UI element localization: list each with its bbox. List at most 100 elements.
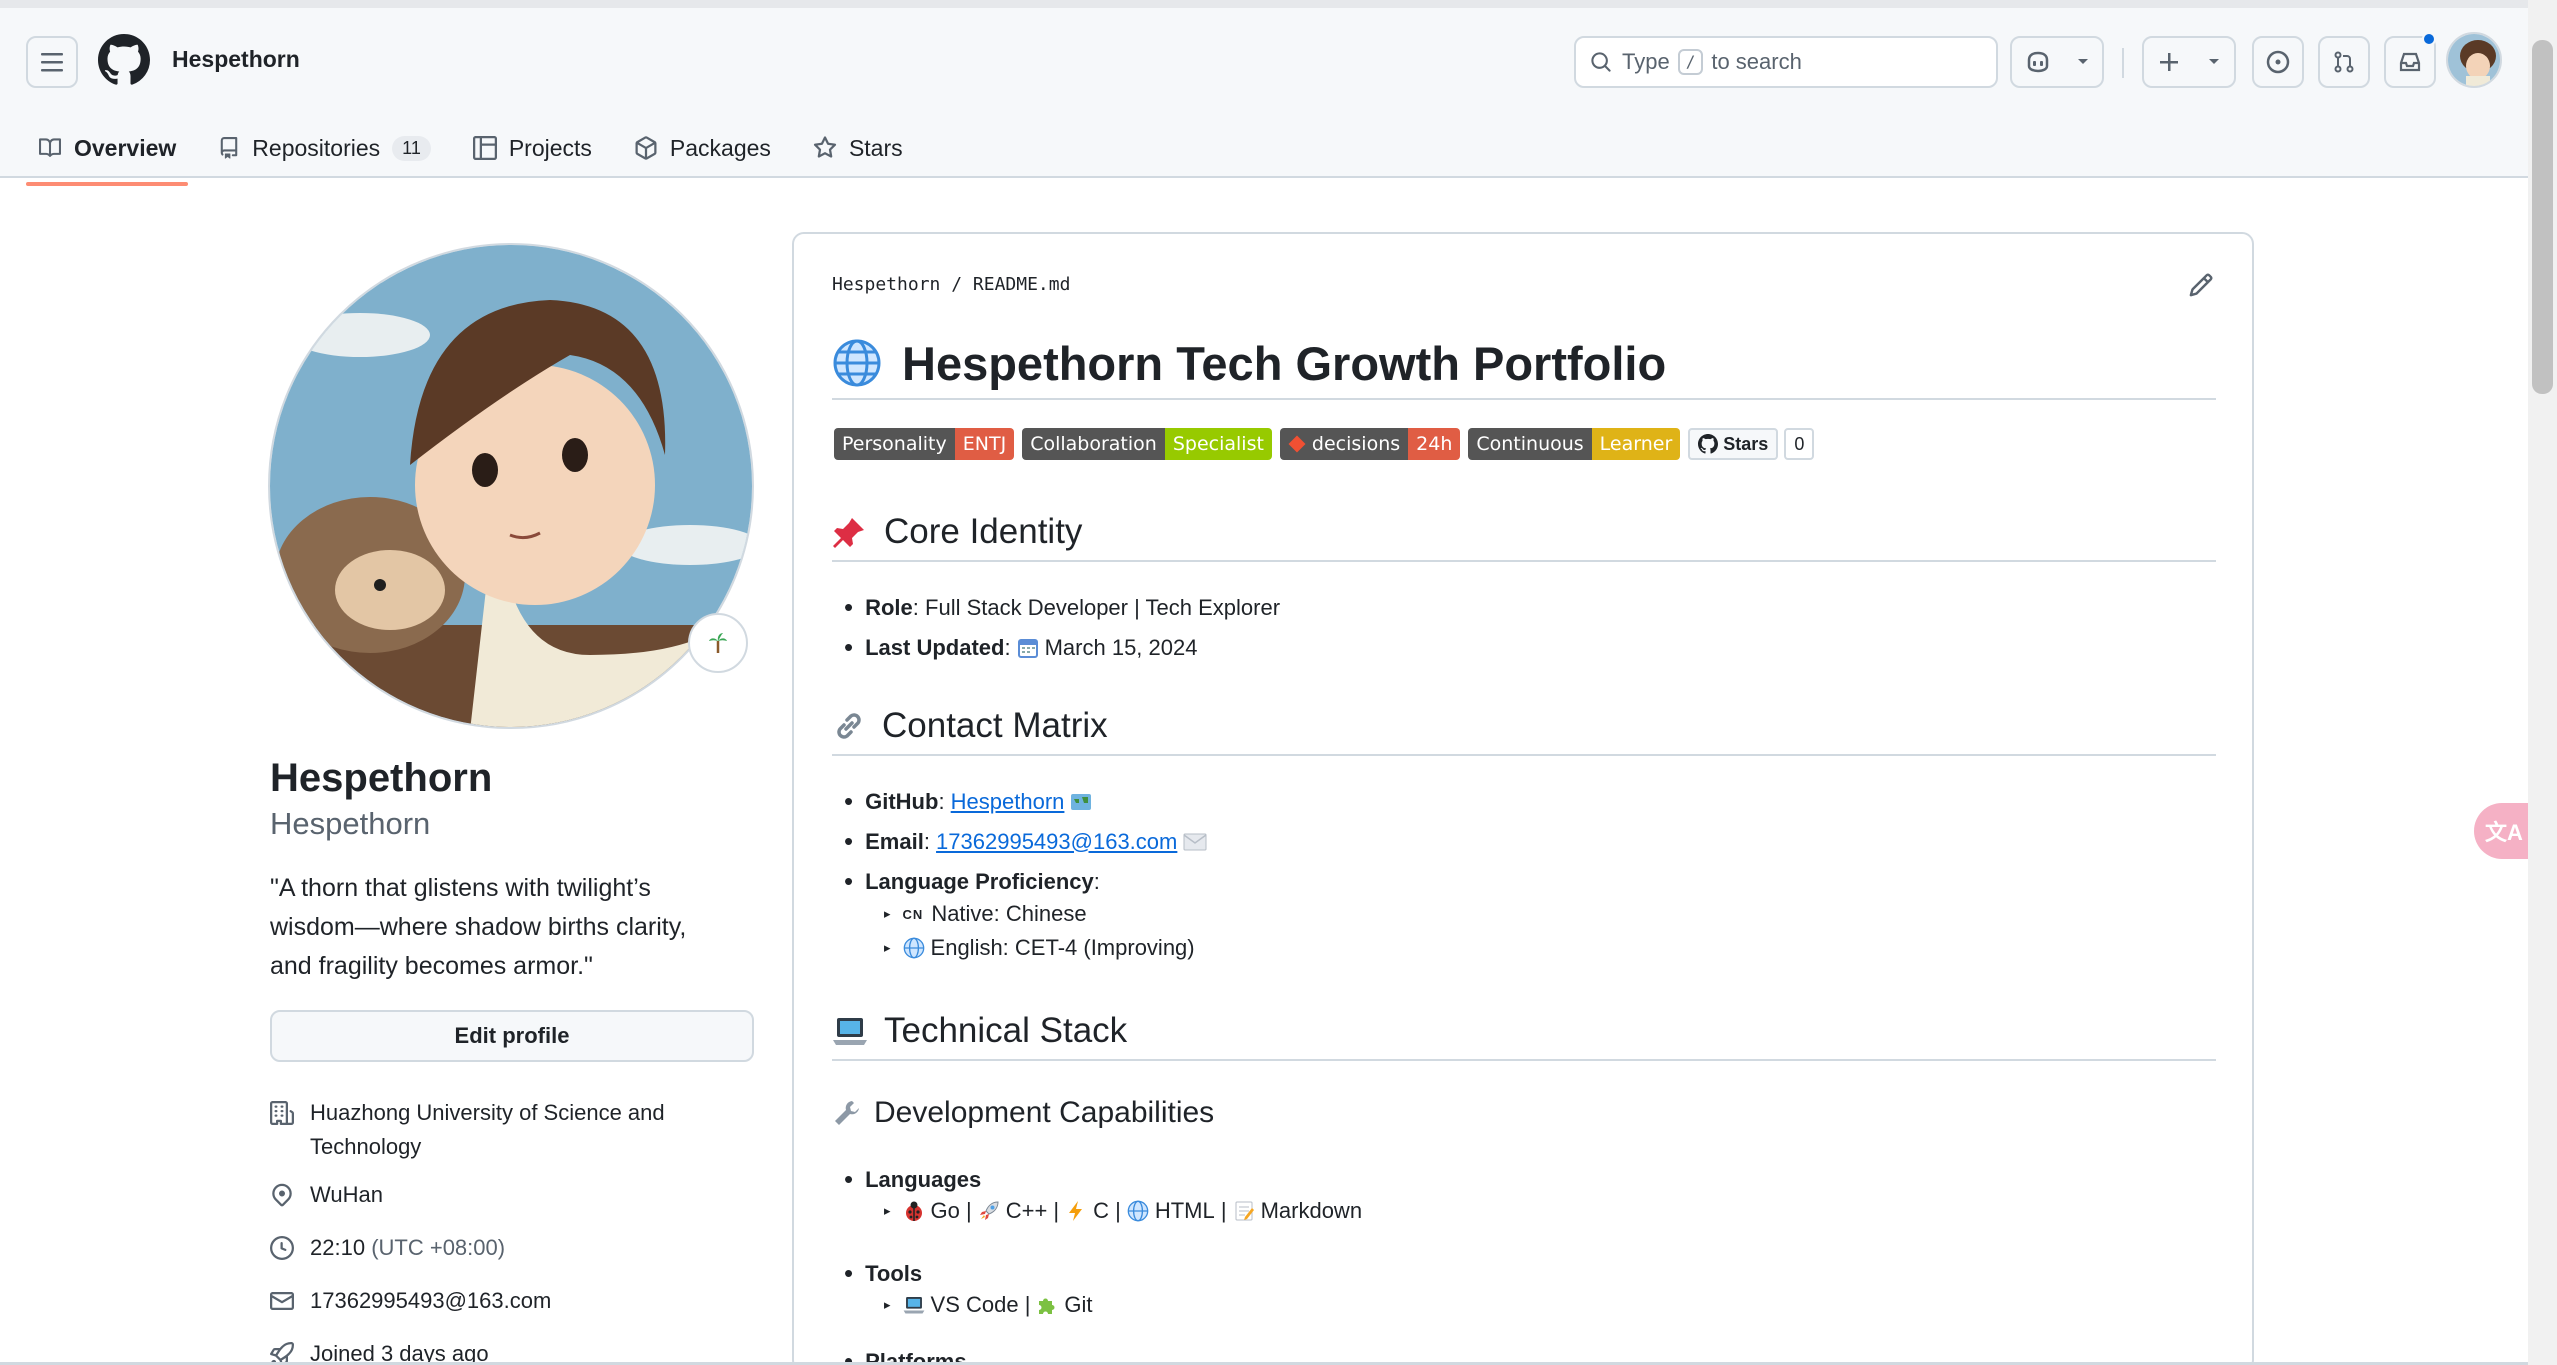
issue-opened-icon [2266,50,2290,74]
globe-icon [833,339,881,387]
development-capabilities-heading: Development Capabilities [832,1096,1214,1130]
tab-packages-label: Packages [669,134,771,161]
rocket-emoji-icon [979,1201,999,1220]
git-pull-request-icon [2334,51,2354,73]
badge-left: Collaboration [1022,428,1165,460]
personality-badge[interactable]: Personality ENTJ [834,428,1015,460]
organization-label: Huazhong University of Science and Techn… [310,1100,665,1159]
email-link[interactable]: 17362995493@163.com [310,1284,551,1318]
email-link[interactable]: 17362995493@163.com [936,829,1177,855]
learner-badge[interactable]: Continuous Learner [1468,428,1681,460]
collaboration-badge[interactable]: Collaboration Specialist [1022,428,1272,460]
user-avatar[interactable] [2446,32,2502,88]
organization-row: Huazhong University of Science and Techn… [270,1096,754,1164]
search-shortcut-key: / [1677,49,1704,75]
core-identity-heading: Core Identity [832,504,2216,562]
github-logo-icon[interactable] [98,34,150,86]
inbox-icon [2399,52,2421,72]
joined-row: Joined 3 days ago [270,1337,754,1365]
decisions-badge[interactable]: decisions 24h [1279,428,1461,460]
stars-badge-label: Stars [1723,433,1769,454]
chevron-down-icon[interactable] [2076,57,2090,67]
contact-matrix-heading: Contact Matrix [832,698,2216,756]
tools-item: Tools [844,1258,922,1289]
language-c: C [1093,1198,1110,1223]
profile-avatar[interactable] [268,243,754,729]
package-icon [635,136,657,160]
page-scrollbar[interactable] [2528,0,2557,1365]
mail-icon [270,1292,294,1310]
tab-repositories-label: Repositories [252,134,381,161]
avatar-illustration-icon [270,245,752,727]
tab-overview[interactable]: Overview [26,126,189,186]
tool-vscode: VS Code [930,1292,1019,1317]
role-item: Role: Full Stack Developer | Tech Explor… [844,592,1280,623]
languages-list: Go | C++ | C | HTML | Markdown [884,1198,1362,1224]
avatar-image-icon [2448,34,2500,86]
technical-stack-heading-text: Technical Stack [884,1011,1128,1050]
location-row: WuHan [270,1178,754,1217]
location-icon [272,1183,292,1207]
edit-readme-button[interactable] [2188,272,2214,304]
puzzle-piece-icon [1039,1298,1055,1314]
repositories-count-badge: 11 [392,135,431,161]
globe-icon [1127,1200,1149,1222]
clock-icon [270,1236,294,1260]
status-button[interactable] [688,613,748,673]
local-time-row: 22:10 (UTC +08:00) [270,1231,754,1270]
tab-repositories[interactable]: Repositories 11 [206,126,443,170]
memo-icon [1235,1201,1254,1221]
book-icon [39,138,62,157]
badge-right: Learner [1591,428,1681,460]
readme-path: Hespethorn / README.md [832,274,1070,295]
header-username[interactable]: Hespethorn [172,46,300,73]
local-time-label: 22:10 [310,1235,366,1260]
search-icon [1591,52,1611,72]
world-map-icon [1071,793,1092,810]
badge-right: ENTJ [954,428,1015,460]
tab-projects[interactable]: Projects [461,126,604,170]
link-icon [837,713,861,739]
create-new-button[interactable] [2142,36,2236,88]
menu-button[interactable] [26,36,78,88]
lightning-icon [1069,1201,1083,1221]
copilot-button[interactable] [2010,36,2104,88]
scrollbar-thumb[interactable] [2532,40,2553,394]
search-input[interactable]: Type / to search [1574,36,1998,88]
star-icon [813,136,837,158]
readme-title: Hespethorn Tech Growth Portfolio [832,328,2216,400]
header-divider [2122,48,2124,78]
badge-right: Specialist [1164,428,1272,460]
pull-requests-button[interactable] [2318,36,2370,88]
translate-button[interactable]: 文A [2474,803,2534,859]
tool-git: Git [1064,1292,1093,1317]
tools-label: Tools [865,1260,923,1286]
role-value: : Full Stack Developer | Tech Explorer [912,594,1281,620]
pencil-icon [2189,273,2213,297]
search-prefix: Type [1622,49,1670,74]
pushpin-icon [833,518,864,548]
language-go: Go [930,1198,960,1223]
tab-overview-label: Overview [74,134,177,161]
readme-path-owner[interactable]: Hespethorn [832,274,940,295]
plus-icon [2159,53,2178,71]
globe-icon [903,937,924,959]
github-stars-badge[interactable]: Stars [1688,428,1779,460]
github-link[interactable]: Hespethorn [951,789,1065,815]
last-updated-value: March 15, 2024 [1044,634,1198,660]
issues-button[interactable] [2252,36,2304,88]
tab-stars[interactable]: Stars [801,126,915,170]
tab-stars-label: Stars [848,134,903,161]
profile-name: Hespethorn [270,756,493,800]
language-proficiency-item: Language Proficiency: [844,866,1100,897]
core-identity-heading-text: Core Identity [884,512,1083,551]
hamburger-icon [41,53,63,72]
edit-profile-button[interactable]: Edit profile [270,1010,754,1062]
profile-tabs: Overview Repositories 11 Projects Packag… [26,126,933,186]
browser-top-strip [0,0,2528,8]
calendar-icon [1017,638,1038,658]
development-capabilities-text: Development Capabilities [874,1096,1215,1129]
tab-packages[interactable]: Packages [622,126,783,170]
last-updated-item: Last Updated: March 15, 2024 [844,632,1197,663]
language-proficiency-colon: : [1093,868,1100,894]
